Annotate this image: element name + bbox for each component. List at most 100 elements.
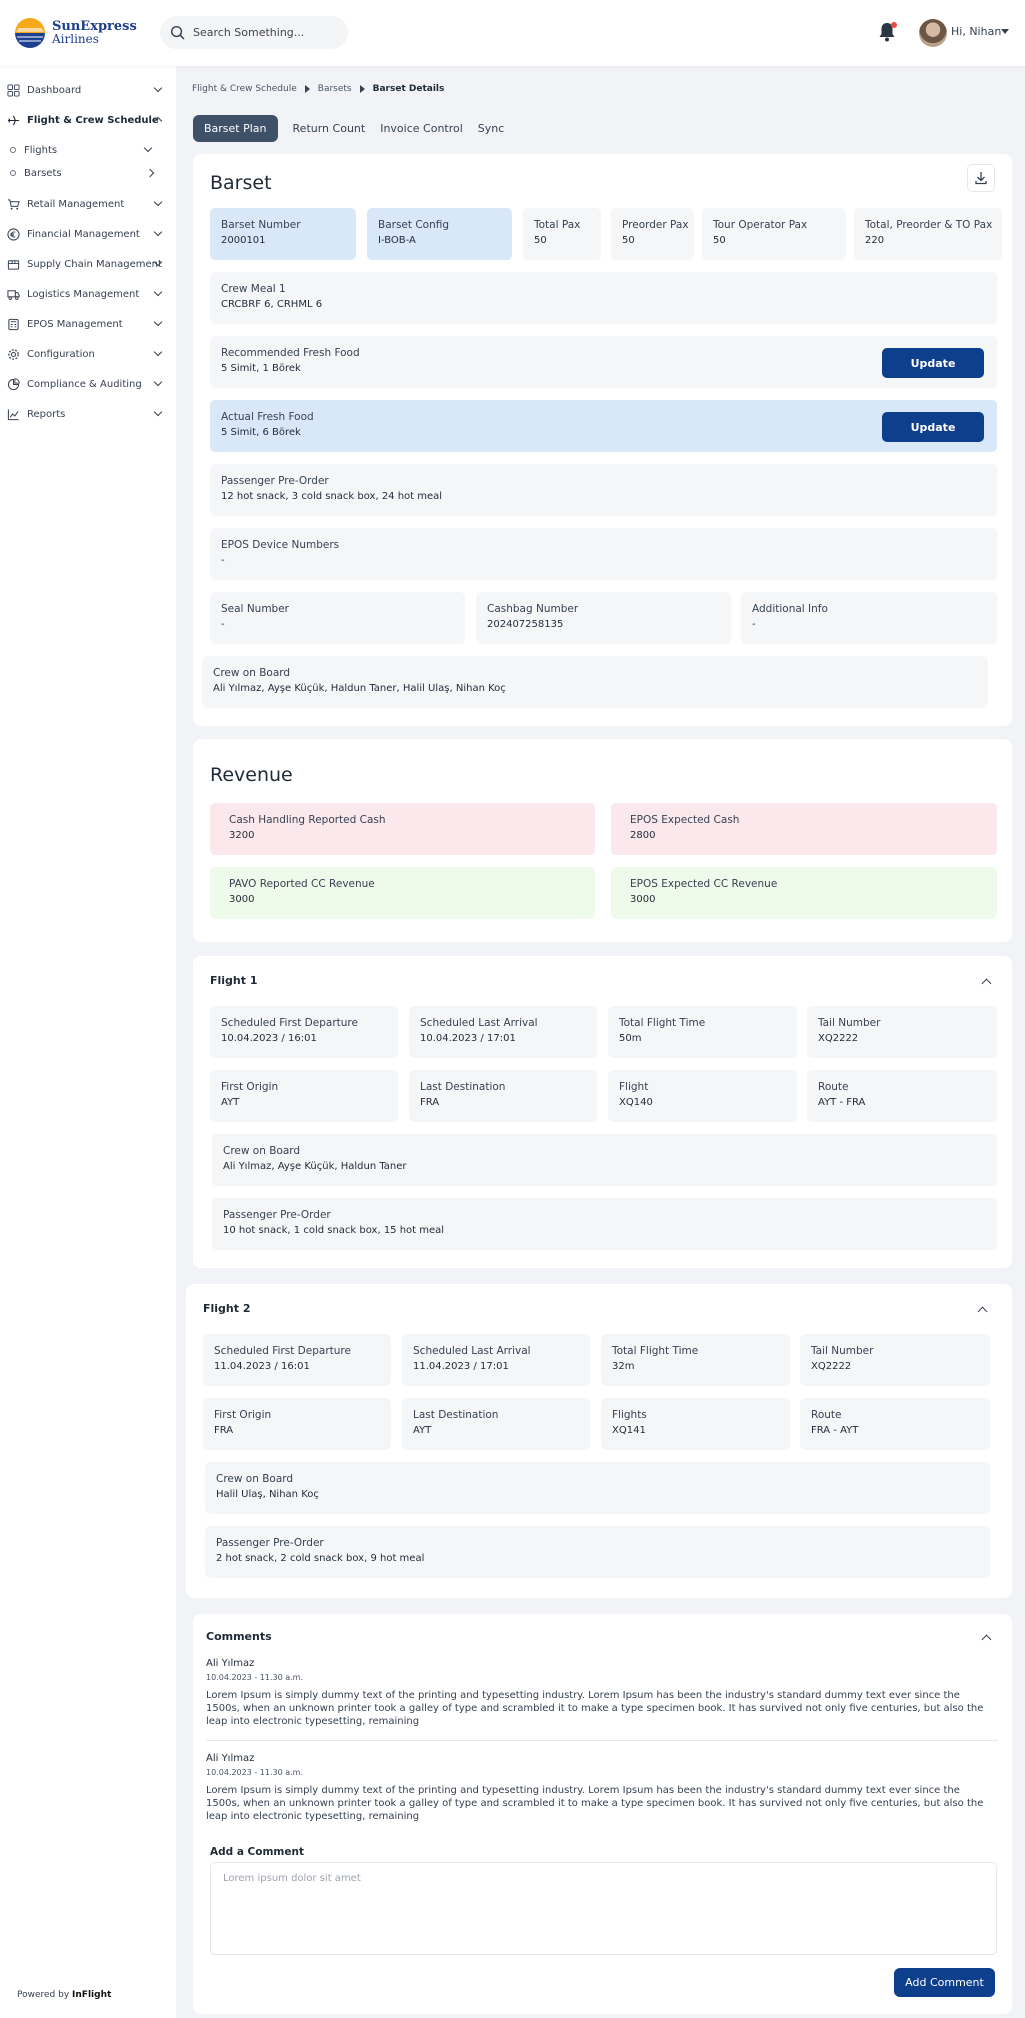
sidebar-item-flight-crew-schedule[interactable]: Flight & Crew Schedule bbox=[0, 108, 176, 132]
field-value: 50 bbox=[713, 235, 726, 246]
search-input[interactable] bbox=[193, 26, 333, 39]
comment-text: Lorem Ipsum is simply dummy text of the … bbox=[206, 1690, 984, 1727]
download-button[interactable] bbox=[967, 164, 995, 192]
actual-fresh-food-field: Actual Fresh Food 5 Simit, 6 Börek bbox=[210, 400, 997, 452]
field-label: Passenger Pre-Order bbox=[221, 475, 329, 487]
sidebar-item-supply-chain-management[interactable]: Supply Chain Management bbox=[0, 252, 176, 276]
chevron-down-icon bbox=[153, 377, 163, 387]
chart-icon bbox=[7, 408, 19, 420]
crew-on-board-field: Crew on Board Ali Yılmaz, Ayşe Küçük, Ha… bbox=[212, 1134, 997, 1186]
field-label: Preorder Pax bbox=[622, 219, 689, 231]
field-label: EPOS Device Numbers bbox=[221, 539, 340, 551]
plane-icon bbox=[7, 115, 20, 125]
field-label: Flight bbox=[619, 1081, 649, 1093]
sidebar-item-compliance-auditing[interactable]: Compliance & Auditing bbox=[0, 372, 176, 396]
epos-device-numbers-field: EPOS Device Numbers - bbox=[210, 528, 997, 580]
search-icon bbox=[170, 25, 185, 40]
user-avatar[interactable] bbox=[919, 19, 947, 47]
chevron-up-icon[interactable] bbox=[981, 978, 992, 989]
tab-invoice-control[interactable]: Invoice Control bbox=[380, 122, 463, 135]
field-label: Total Flight Time bbox=[619, 1017, 706, 1029]
sidebar-item-logistics-management[interactable]: Logistics Management bbox=[0, 282, 176, 306]
scheduled-last-arrival-field: Scheduled Last Arrival 11.04.2023 / 17:0… bbox=[402, 1334, 590, 1386]
field-label: EPOS Expected Cash bbox=[630, 814, 740, 826]
sidebar-item-label: Compliance & Auditing bbox=[27, 378, 142, 390]
field-value: 220 bbox=[865, 235, 885, 246]
box-icon bbox=[7, 259, 20, 270]
field-label: Last Destination bbox=[413, 1409, 499, 1421]
last-destination-field: Last Destination AYT bbox=[402, 1398, 590, 1450]
notification-bell[interactable] bbox=[878, 22, 898, 44]
breadcrumb: Flight & Crew Schedule Barsets Barset De… bbox=[192, 84, 444, 94]
field-value: 11.04.2023 / 17:01 bbox=[413, 1361, 509, 1372]
chevron-down-icon bbox=[153, 287, 163, 297]
field-label: Route bbox=[811, 1409, 842, 1421]
flight-1-title: Flight 1 bbox=[210, 974, 258, 987]
gear-icon bbox=[8, 348, 19, 360]
field-label: Total Flight Time bbox=[612, 1345, 699, 1357]
sidebar-item-label: EPOS Management bbox=[27, 318, 123, 330]
comment-author: Ali Yılmaz bbox=[206, 1658, 255, 1669]
field-label: Crew Meal 1 bbox=[221, 283, 286, 295]
field-value: 2000101 bbox=[221, 235, 266, 246]
tail-number-field: Tail Number XQ2222 bbox=[800, 1334, 990, 1386]
revenue-title: Revenue bbox=[210, 764, 293, 786]
logo-text: SunExpress Airlines bbox=[52, 20, 137, 46]
comment-textarea[interactable] bbox=[210, 1862, 997, 1955]
user-menu-caret-icon[interactable] bbox=[1001, 29, 1009, 34]
field-label: Last Destination bbox=[420, 1081, 506, 1093]
crew-on-board-field: Crew on Board Ali Yılmaz, Ayşe Küçük, Ha… bbox=[202, 656, 988, 708]
chevron-right-icon bbox=[145, 168, 155, 178]
field-label: Total, Preorder & TO Pax bbox=[865, 219, 993, 231]
breadcrumb-item[interactable]: Barsets bbox=[318, 84, 352, 94]
add-comment-button[interactable]: Add Comment bbox=[894, 1968, 995, 1997]
sidebar-item-dashboard[interactable]: Dashboard bbox=[0, 78, 176, 102]
sidebar-item-label: Dashboard bbox=[27, 84, 82, 96]
tab-sync[interactable]: Sync bbox=[478, 122, 505, 135]
tab-return-count[interactable]: Return Count bbox=[293, 122, 366, 135]
field-value: CRCBRF 6, CRHML 6 bbox=[221, 299, 323, 310]
flight-1-card: Flight 1 Scheduled First Departure 10.04… bbox=[193, 956, 1012, 1268]
sunexpress-logo[interactable]: SunExpress Airlines bbox=[14, 16, 137, 50]
sidebar-item-reports[interactable]: Reports bbox=[0, 402, 176, 426]
field-label: Crew on Board bbox=[223, 1145, 301, 1157]
breadcrumb-item[interactable]: Flight & Crew Schedule bbox=[192, 84, 297, 94]
comment-author: Ali Yılmaz bbox=[206, 1753, 255, 1764]
update-actual-button[interactable]: Update bbox=[882, 412, 984, 442]
search-bar[interactable] bbox=[160, 16, 348, 49]
field-value: XQ2222 bbox=[811, 1361, 852, 1372]
field-label: First Origin bbox=[214, 1409, 272, 1421]
field-label: Crew on Board bbox=[213, 667, 291, 679]
field-value: XQ140 bbox=[619, 1097, 653, 1108]
chevron-up-icon[interactable] bbox=[977, 1306, 988, 1317]
field-label: Tail Number bbox=[818, 1017, 881, 1029]
barset-card: Barset Barset Number 2000101 Barset Conf… bbox=[193, 154, 1012, 726]
sidebar-item-epos-management[interactable]: EPOS Management bbox=[0, 312, 176, 336]
update-recommended-button[interactable]: Update bbox=[882, 348, 984, 378]
chevron-down-icon bbox=[153, 317, 163, 327]
field-value: 2800 bbox=[630, 830, 656, 841]
field-value: Halil Ulaş, Nihan Koç bbox=[216, 1489, 319, 1500]
sidebar-item-configuration[interactable]: Configuration bbox=[0, 342, 176, 366]
scheduled-first-departure-field: Scheduled First Departure 11.04.2023 / 1… bbox=[203, 1334, 391, 1386]
field-label: Cash Handling Reported Cash bbox=[229, 814, 386, 826]
comment-divider bbox=[206, 1740, 998, 1741]
field-value: 11.04.2023 / 16:01 bbox=[214, 1361, 310, 1372]
chevron-up-icon[interactable] bbox=[981, 1634, 992, 1645]
powered-by: Powered by InFlight bbox=[17, 1990, 111, 2000]
scheduled-last-arrival-field: Scheduled Last Arrival 10.04.2023 / 17:0… bbox=[409, 1006, 597, 1058]
sidebar-item-retail-management[interactable]: Retail Management bbox=[0, 192, 176, 216]
flight-2-title: Flight 2 bbox=[203, 1302, 251, 1315]
sidebar-subitem-barsets[interactable]: Barsets bbox=[0, 161, 176, 185]
chevron-down-icon bbox=[153, 83, 163, 93]
tab-barset-plan[interactable]: Barset Plan bbox=[193, 114, 278, 142]
field-value: 2 hot snack, 2 cold snack box, 9 hot mea… bbox=[216, 1553, 425, 1564]
field-value: 3200 bbox=[229, 830, 255, 841]
sidebar-item-financial-management[interactable]: Financial Management bbox=[0, 222, 176, 246]
field-value: 32m bbox=[612, 1361, 635, 1372]
field-value: XQ2222 bbox=[818, 1033, 859, 1044]
user-greeting[interactable]: Hi, Nihan bbox=[951, 25, 1001, 38]
field-label: Barset Number bbox=[221, 219, 301, 231]
sidebar-subitem-flights[interactable]: Flights bbox=[0, 138, 176, 162]
field-label: Cashbag Number bbox=[487, 603, 579, 615]
